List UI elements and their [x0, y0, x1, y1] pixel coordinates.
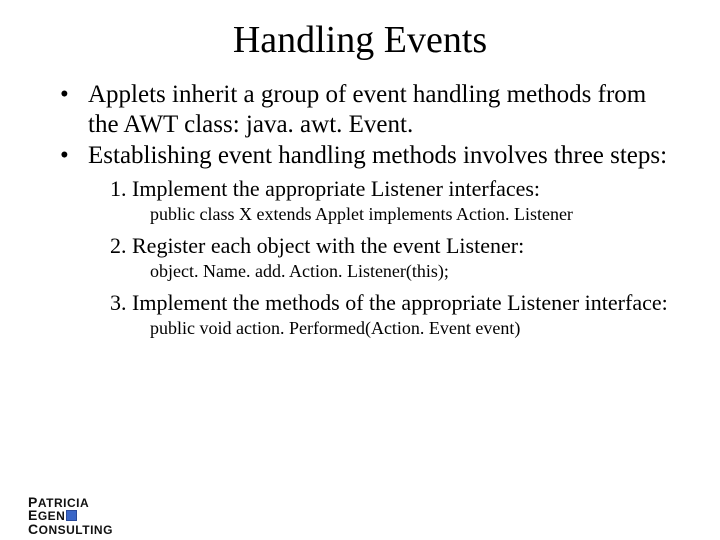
- bullet-item: Applets inherit a group of event handlin…: [60, 80, 680, 139]
- logo-line-3: CONSULTING: [28, 523, 113, 536]
- code-line: public void action. Performed(Action. Ev…: [150, 318, 680, 340]
- slide-title: Handling Events: [0, 18, 720, 62]
- step-number: 2.: [110, 233, 127, 258]
- company-logo: PATRICIA EGEN CONSULTING: [28, 496, 113, 536]
- step-item: 2. Register each object with the event L…: [110, 232, 680, 260]
- logo-line-1: PATRICIA: [28, 496, 113, 509]
- step-text: Register each object with the event List…: [132, 233, 524, 258]
- bullet-item: Establishing event handling methods invo…: [60, 141, 680, 171]
- code-line: object. Name. add. Action. Listener(this…: [150, 261, 680, 283]
- steps-list: 2. Register each object with the event L…: [110, 232, 680, 260]
- steps-list: 3. Implement the methods of the appropri…: [110, 289, 680, 317]
- step-text: Implement the methods of the appropriate…: [132, 290, 668, 315]
- logo-box-icon: [66, 510, 77, 521]
- step-number: 3.: [110, 290, 127, 315]
- step-item: 3. Implement the methods of the appropri…: [110, 289, 680, 317]
- logo-line-2: EGEN: [28, 509, 113, 522]
- step-text: Implement the appropriate Listener inter…: [132, 176, 540, 201]
- code-line: public class X extends Applet implements…: [150, 204, 680, 226]
- step-item: 1. Implement the appropriate Listener in…: [110, 175, 680, 203]
- bullet-list: Applets inherit a group of event handlin…: [60, 80, 680, 171]
- slide: Handling Events Applets inherit a group …: [0, 18, 720, 540]
- step-number: 1.: [110, 176, 127, 201]
- steps-list: 1. Implement the appropriate Listener in…: [110, 175, 680, 203]
